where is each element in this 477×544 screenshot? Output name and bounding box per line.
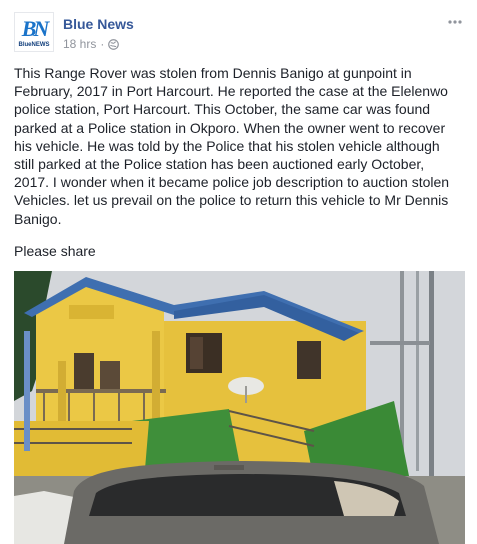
railing — [36, 389, 166, 393]
pole — [429, 271, 434, 491]
page-avatar[interactable]: BN BlueNEWS — [14, 12, 54, 52]
roof-rail — [214, 465, 244, 470]
barrier — [24, 331, 30, 451]
post-meta: 18 hrs · — [63, 37, 120, 51]
avatar-logo-letters: BN — [21, 16, 50, 41]
page-name-link[interactable]: Blue News — [63, 16, 134, 32]
meta-separator: · — [100, 37, 105, 51]
more-options-icon[interactable] — [445, 14, 465, 30]
post-body-text: This Range Rover was stolen from Dennis … — [14, 65, 450, 227]
window-pane — [190, 337, 203, 369]
window — [100, 361, 120, 389]
crossbar — [370, 341, 430, 345]
police-station-photo — [14, 271, 465, 544]
post-timestamp[interactable]: 18 hrs — [63, 37, 96, 51]
post-footer-line: Please share — [14, 243, 96, 259]
post-header: BN BlueNEWS Blue News 18 hrs · — [14, 12, 467, 54]
avatar-logo-caption: BlueNEWS — [18, 42, 50, 48]
post-photo[interactable] — [14, 271, 465, 544]
facebook-post: BN BlueNEWS Blue News 18 hrs · This Rang… — [0, 0, 477, 544]
pole — [416, 271, 419, 471]
window — [297, 341, 321, 379]
door — [74, 353, 94, 389]
signboard — [69, 305, 114, 319]
globe-icon[interactable] — [108, 38, 120, 50]
